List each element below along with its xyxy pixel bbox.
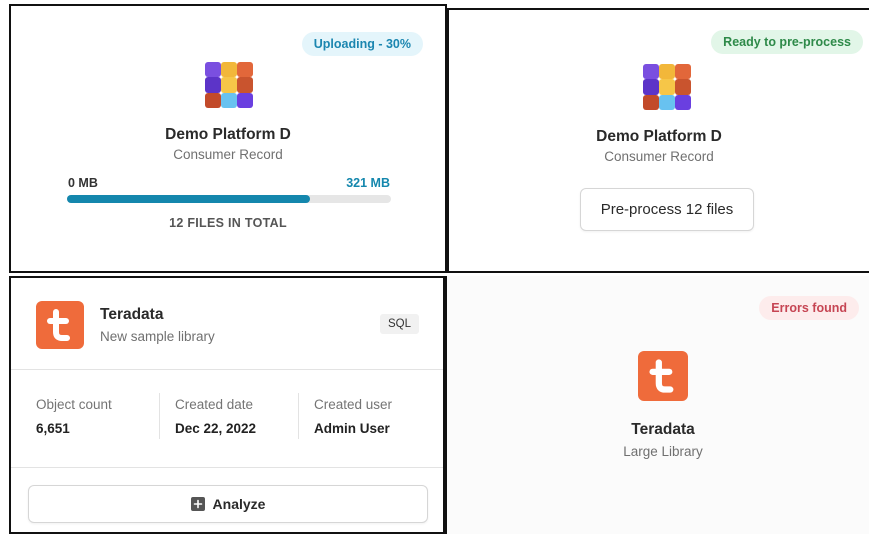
teradata-logo-icon <box>36 301 84 349</box>
progress-fill <box>67 195 310 203</box>
card-title: Demo Platform D <box>596 128 722 145</box>
meta-value-object-count: 6,651 <box>36 421 70 436</box>
teradata-logo-icon <box>638 351 688 401</box>
plus-square-icon <box>190 497 205 511</box>
card-subtitle: Consumer Record <box>604 149 714 164</box>
progress-track <box>67 195 391 203</box>
card-subtitle: Large Library <box>623 444 703 459</box>
files-total-label: 12 FILES IN TOTAL <box>169 216 287 230</box>
progress-end-label: 321 MB <box>346 176 390 190</box>
status-badge: Errors found <box>759 296 859 320</box>
card-title: Teradata <box>631 421 695 438</box>
upload-card: Uploading - 30% Demo Platform D Consumer… <box>9 4 447 273</box>
ready-card: Ready to pre-process Demo Platform D Con… <box>447 8 869 273</box>
meta-label-created-user: Created user <box>314 397 393 412</box>
divider <box>298 393 299 439</box>
meta-label-object-count: Object count <box>36 397 112 412</box>
divider <box>11 369 443 370</box>
meta-value-created-user: Admin User <box>314 421 390 436</box>
library-subtitle: New sample library <box>100 329 215 344</box>
analyze-button[interactable]: Analyze <box>28 485 428 523</box>
library-title: Teradata <box>100 306 164 323</box>
status-badge: Uploading - 30% <box>301 32 423 56</box>
status-badge: Ready to pre-process <box>711 30 863 54</box>
card-subtitle: Consumer Record <box>173 147 283 162</box>
divider <box>11 467 443 468</box>
meta-label-created-date: Created date <box>175 397 254 412</box>
cube-icon <box>205 62 253 108</box>
progress-start-label: 0 MB <box>68 176 98 190</box>
cube-icon <box>643 64 691 110</box>
library-card: Teradata New sample library SQL Object c… <box>9 276 445 534</box>
card-title: Demo Platform D <box>165 126 291 143</box>
preprocess-button[interactable]: Pre-process 12 files <box>580 188 754 231</box>
errors-card: Errors found Teradata Large Library <box>445 276 869 534</box>
divider <box>159 393 160 439</box>
type-tag: SQL <box>380 314 420 334</box>
meta-value-created-date: Dec 22, 2022 <box>175 421 257 436</box>
analyze-button-label: Analyze <box>212 496 266 512</box>
